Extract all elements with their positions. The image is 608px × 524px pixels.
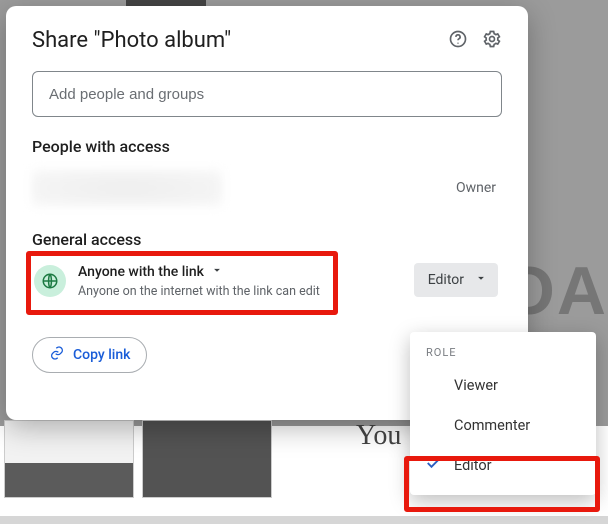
- settings-icon[interactable]: [482, 29, 502, 53]
- copy-link-button[interactable]: Copy link: [32, 337, 147, 373]
- link-icon: [49, 345, 65, 365]
- owner-identity-blurred: [32, 170, 222, 206]
- role-option-editor[interactable]: Editor: [410, 445, 596, 485]
- bg-thumb-1: [4, 420, 134, 498]
- role-option-label: Viewer: [454, 377, 498, 394]
- general-access-heading: General access: [32, 230, 502, 249]
- dialog-title: Share "Photo album": [32, 28, 231, 53]
- owner-role-label: Owner: [456, 180, 502, 196]
- role-dropdown: ROLE Viewer Commenter Editor: [410, 332, 596, 495]
- bg-text-you: You: [356, 420, 401, 452]
- role-selector-label: Editor: [428, 272, 464, 288]
- people-with-access-heading: People with access: [32, 137, 502, 156]
- role-dropdown-label: ROLE: [410, 342, 596, 365]
- add-people-input[interactable]: [32, 71, 502, 117]
- role-option-commenter[interactable]: Commenter: [410, 405, 596, 445]
- owner-row: Owner: [32, 166, 502, 210]
- caret-down-icon: [474, 271, 488, 289]
- role-option-viewer[interactable]: Viewer: [410, 365, 596, 405]
- role-option-label: Commenter: [454, 417, 530, 434]
- help-icon[interactable]: [448, 29, 468, 53]
- globe-icon: [34, 265, 66, 297]
- role-option-label: Editor: [454, 457, 492, 474]
- copy-link-label: Copy link: [73, 347, 130, 363]
- link-scope-selector[interactable]: Anyone with the link: [78, 263, 320, 281]
- bg-thumb-2: [142, 420, 272, 498]
- dialog-header: Share "Photo album": [32, 28, 502, 53]
- check-icon: [424, 454, 442, 476]
- caret-down-icon: [210, 263, 224, 281]
- link-scope-description: Anyone on the internet with the link can…: [78, 284, 320, 299]
- link-scope-label: Anyone with the link: [78, 264, 204, 280]
- role-selector[interactable]: Editor: [414, 263, 498, 297]
- bg-footer-strip: [0, 516, 608, 524]
